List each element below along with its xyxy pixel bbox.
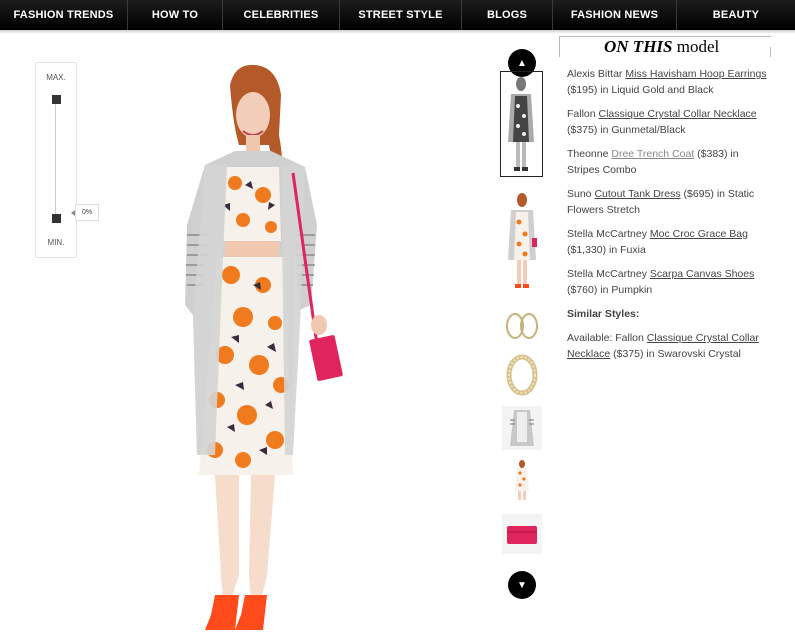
product-price: ($375) in Gunmetal/Black bbox=[567, 124, 686, 136]
product-brand: Stella McCartney bbox=[567, 268, 650, 280]
similar-styles-heading: Similar Styles: bbox=[567, 308, 640, 320]
thumbnail-trench-coat[interactable] bbox=[502, 406, 542, 450]
product-item: Suno Cutout Tank Dress ($695) in Static … bbox=[567, 186, 769, 218]
product-link[interactable]: Cutout Tank Dress bbox=[594, 188, 680, 200]
main-model-image[interactable] bbox=[135, 55, 475, 633]
zoom-control: MAX. MIN. bbox=[35, 62, 77, 258]
nav-fashion-news[interactable]: FASHION NEWS bbox=[553, 0, 677, 30]
nav-street-style[interactable]: STREET STYLE bbox=[340, 0, 462, 30]
product-item: Stella McCartney Moc Croc Grace Bag ($1,… bbox=[567, 226, 769, 258]
zoom-min-label: MIN. bbox=[47, 238, 65, 247]
product-item: Alexis Bittar Miss Havisham Hoop Earring… bbox=[567, 66, 769, 98]
product-item: Fallon Classique Crystal Collar Necklace… bbox=[567, 106, 769, 138]
product-price: ($760) in Pumpkin bbox=[567, 284, 653, 296]
zoom-slider-track[interactable] bbox=[52, 99, 60, 221]
product-list: Alexis Bittar Miss Havisham Hoop Earring… bbox=[567, 66, 769, 370]
product-brand: Stella McCartney bbox=[567, 228, 650, 240]
zoom-slider-thumb[interactable] bbox=[52, 214, 61, 223]
nav-shadow bbox=[0, 30, 795, 34]
top-navigation: FASHION TRENDS HOW TO CELEBRITIES STREET… bbox=[0, 0, 795, 30]
nav-fashion-trends[interactable]: FASHION TRENDS bbox=[0, 0, 128, 30]
panel-title-rest: model bbox=[672, 37, 720, 56]
nav-beauty[interactable]: BEAUTY bbox=[677, 0, 795, 30]
thumbnail-model-color[interactable] bbox=[502, 188, 542, 292]
product-brand: Suno bbox=[567, 188, 595, 200]
product-brand: Fallon bbox=[567, 108, 599, 120]
similar-item: Available: Fallon Classique Crystal Coll… bbox=[567, 330, 769, 362]
product-link[interactable]: Miss Havisham Hoop Earrings bbox=[625, 68, 766, 80]
zoom-level-readout: 0% bbox=[71, 204, 99, 221]
product-item: Theonne Dree Trench Coat ($383) in Strip… bbox=[567, 146, 769, 178]
zoom-slider-cap bbox=[52, 95, 61, 104]
product-brand: Alexis Bittar bbox=[567, 68, 626, 80]
product-link[interactable]: Scarpa Canvas Shoes bbox=[650, 268, 754, 280]
product-price: ($195) in Liquid Gold and Black bbox=[567, 84, 714, 96]
similar-brand: Available: Fallon bbox=[567, 332, 647, 344]
thumbnail-croc-bag[interactable] bbox=[502, 514, 542, 554]
thumbnail-model-bw[interactable] bbox=[500, 71, 543, 177]
nav-celebrities[interactable]: CELEBRITIES bbox=[223, 0, 340, 30]
product-link[interactable]: Classique Crystal Collar Necklace bbox=[599, 108, 757, 120]
scroll-down-arrow-icon[interactable]: ▼ bbox=[508, 571, 536, 599]
thumbnail-floral-dress[interactable] bbox=[502, 459, 542, 503]
product-link[interactable]: Moc Croc Grace Bag bbox=[650, 228, 748, 240]
thumbnail-hoop-earrings[interactable] bbox=[502, 306, 542, 346]
product-item: Stella McCartney Scarpa Canvas Shoes ($7… bbox=[567, 266, 769, 298]
product-price: ($1,330) in Fuxia bbox=[567, 244, 646, 256]
nav-blogs[interactable]: BLOGS bbox=[462, 0, 553, 30]
panel-title: ON THIS model bbox=[598, 37, 726, 57]
product-brand: Theonne bbox=[567, 148, 612, 160]
thumbnail-collar-necklace[interactable] bbox=[502, 352, 542, 398]
nav-how-to[interactable]: HOW TO bbox=[128, 0, 223, 30]
zoom-max-label: MAX. bbox=[46, 73, 66, 82]
panel-title-em: ON THIS bbox=[604, 37, 673, 56]
similar-price: ($375) in Swarovski Crystal bbox=[610, 348, 741, 360]
product-link[interactable]: Dree Trench Coat bbox=[611, 148, 694, 160]
